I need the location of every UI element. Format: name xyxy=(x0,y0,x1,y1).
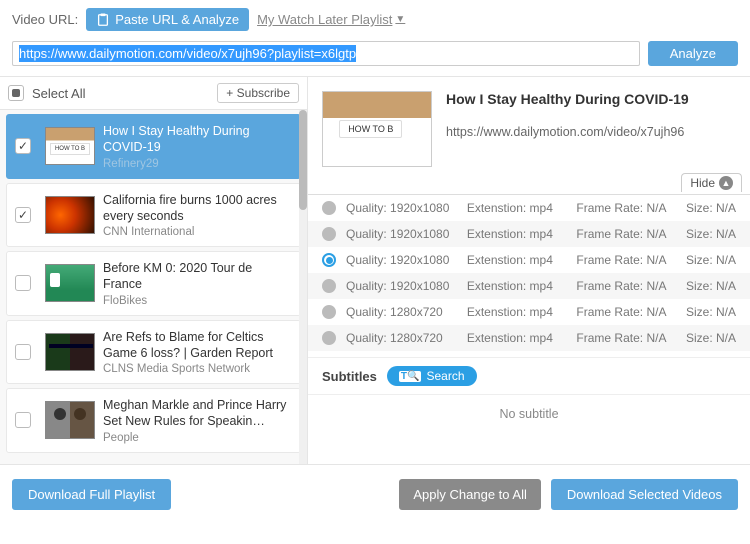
scrollbar[interactable] xyxy=(299,110,307,464)
quality-value: Quality: 1920x1080 xyxy=(346,201,457,215)
paste-url-label: Paste URL & Analyze xyxy=(115,12,239,27)
video-list: How I Stay Healthy During COVID-19 Refine… xyxy=(0,110,307,464)
video-thumbnail xyxy=(45,333,95,371)
video-url-label: Video URL: xyxy=(12,12,78,27)
size-value: Size: N/A xyxy=(686,279,736,293)
clipboard-icon xyxy=(96,13,110,27)
detail-thumbnail xyxy=(322,91,432,167)
video-title: How I Stay Healthy During COVID-19 xyxy=(103,123,292,156)
video-checkbox[interactable] xyxy=(15,412,31,428)
video-title: Are Refs to Blame for Celtics Game 6 los… xyxy=(103,329,292,362)
quality-radio[interactable] xyxy=(322,331,336,345)
quality-value: Quality: 1920x1080 xyxy=(346,227,457,241)
framerate-value: Frame Rate: N/A xyxy=(576,279,676,293)
framerate-value: Frame Rate: N/A xyxy=(576,227,676,241)
extension-value: Extenstion: mp4 xyxy=(467,227,567,241)
quality-row[interactable]: Quality: 1920x1080 Extenstion: mp4 Frame R… xyxy=(308,221,750,247)
detail-title: How I Stay Healthy During COVID-19 xyxy=(446,91,736,107)
video-source: CLNS Media Sports Network xyxy=(103,363,292,375)
watch-later-label: My Watch Later Playlist xyxy=(257,12,392,27)
hide-button[interactable]: Hide ▲ xyxy=(681,173,742,192)
video-thumbnail xyxy=(45,264,95,302)
paste-url-button[interactable]: Paste URL & Analyze xyxy=(86,8,249,31)
framerate-value: Frame Rate: N/A xyxy=(576,201,676,215)
quality-row[interactable]: Quality: 1920x1080 Extenstion: mp4 Frame R… xyxy=(308,273,750,299)
extension-value: Extenstion: mp4 xyxy=(467,253,567,267)
subscribe-button[interactable]: + Subscribe xyxy=(217,83,299,103)
video-item[interactable]: Are Refs to Blame for Celtics Game 6 los… xyxy=(6,320,301,385)
quality-row[interactable]: Quality: 1920x1080 Extenstion: mp4 Frame R… xyxy=(308,195,750,221)
video-thumbnail xyxy=(45,401,95,439)
quality-value: Quality: 1920x1080 xyxy=(346,253,457,267)
quality-row[interactable]: Quality: 1920x1080 Extenstion: mp4 Frame R… xyxy=(308,247,750,273)
extension-value: Extenstion: mp4 xyxy=(467,331,567,345)
quality-list: Quality: 1920x1080 Extenstion: mp4 Frame R… xyxy=(308,194,750,351)
video-source: FloBikes xyxy=(103,295,292,307)
framerate-value: Frame Rate: N/A xyxy=(576,305,676,319)
size-value: Size: N/A xyxy=(686,331,736,345)
size-value: Size: N/A xyxy=(686,201,736,215)
video-title: Meghan Markle and Prince Harry Set New R… xyxy=(103,397,292,430)
search-subtitles-label: Search xyxy=(426,369,464,383)
quality-value: Quality: 1280x720 xyxy=(346,331,457,345)
video-source: Refinery29 xyxy=(103,158,292,170)
quality-row[interactable]: Quality: 1280x720 Extenstion: mp4 Frame Ra… xyxy=(308,299,750,325)
url-input[interactable]: https://www.dailymotion.com/video/x7ujh9… xyxy=(12,41,640,66)
video-item[interactable]: How I Stay Healthy During COVID-19 Refine… xyxy=(6,114,301,179)
select-all-label: Select All xyxy=(32,86,217,101)
video-title: Before KM 0: 2020 Tour de France xyxy=(103,260,292,293)
video-source: People xyxy=(103,432,292,444)
analyze-button[interactable]: Analyze xyxy=(648,41,738,66)
size-value: Size: N/A xyxy=(686,227,736,241)
extension-value: Extenstion: mp4 xyxy=(467,279,567,293)
video-item[interactable]: California fire burns 1000 acres every s… xyxy=(6,183,301,248)
video-item[interactable]: Before KM 0: 2020 Tour de France FloBikes xyxy=(6,251,301,316)
video-checkbox[interactable] xyxy=(15,207,31,223)
extension-value: Extenstion: mp4 xyxy=(467,305,567,319)
video-source: CNN International xyxy=(103,226,292,238)
video-checkbox[interactable] xyxy=(15,344,31,360)
quality-radio[interactable] xyxy=(322,253,336,267)
extension-value: Extenstion: mp4 xyxy=(467,201,567,215)
video-thumbnail xyxy=(45,127,95,165)
size-value: Size: N/A xyxy=(686,305,736,319)
quality-radio[interactable] xyxy=(322,227,336,241)
size-value: Size: N/A xyxy=(686,253,736,267)
detail-url: https://www.dailymotion.com/video/x7ujh9… xyxy=(446,125,736,139)
chevron-up-icon: ▲ xyxy=(719,176,733,190)
chevron-down-icon: ▼ xyxy=(395,14,405,25)
video-checkbox[interactable] xyxy=(15,275,31,291)
framerate-value: Frame Rate: N/A xyxy=(576,331,676,345)
quality-radio[interactable] xyxy=(322,305,336,319)
watch-later-link[interactable]: My Watch Later Playlist ▼ xyxy=(257,12,405,27)
quality-value: Quality: 1920x1080 xyxy=(346,279,457,293)
download-playlist-button[interactable]: Download Full Playlist xyxy=(12,479,171,510)
quality-radio[interactable] xyxy=(322,279,336,293)
quality-radio[interactable] xyxy=(322,201,336,215)
video-item[interactable]: Meghan Markle and Prince Harry Set New R… xyxy=(6,388,301,453)
download-selected-button[interactable]: Download Selected Videos xyxy=(551,479,738,510)
video-thumbnail xyxy=(45,196,95,234)
apply-all-button[interactable]: Apply Change to All xyxy=(399,479,540,510)
select-all-checkbox[interactable] xyxy=(8,85,24,101)
quality-value: Quality: 1280x720 xyxy=(346,305,457,319)
subtitles-label: Subtitles xyxy=(322,369,377,384)
hide-label: Hide xyxy=(690,176,715,190)
text-search-icon: T🔍 xyxy=(399,371,422,382)
quality-row[interactable]: Quality: 1280x720 Extenstion: mp4 Frame Ra… xyxy=(308,325,750,351)
video-checkbox[interactable] xyxy=(15,138,31,154)
search-subtitles-button[interactable]: T🔍 Search xyxy=(387,366,477,386)
framerate-value: Frame Rate: N/A xyxy=(576,253,676,267)
video-title: California fire burns 1000 acres every s… xyxy=(103,192,292,225)
no-subtitle-text: No subtitle xyxy=(308,394,750,433)
